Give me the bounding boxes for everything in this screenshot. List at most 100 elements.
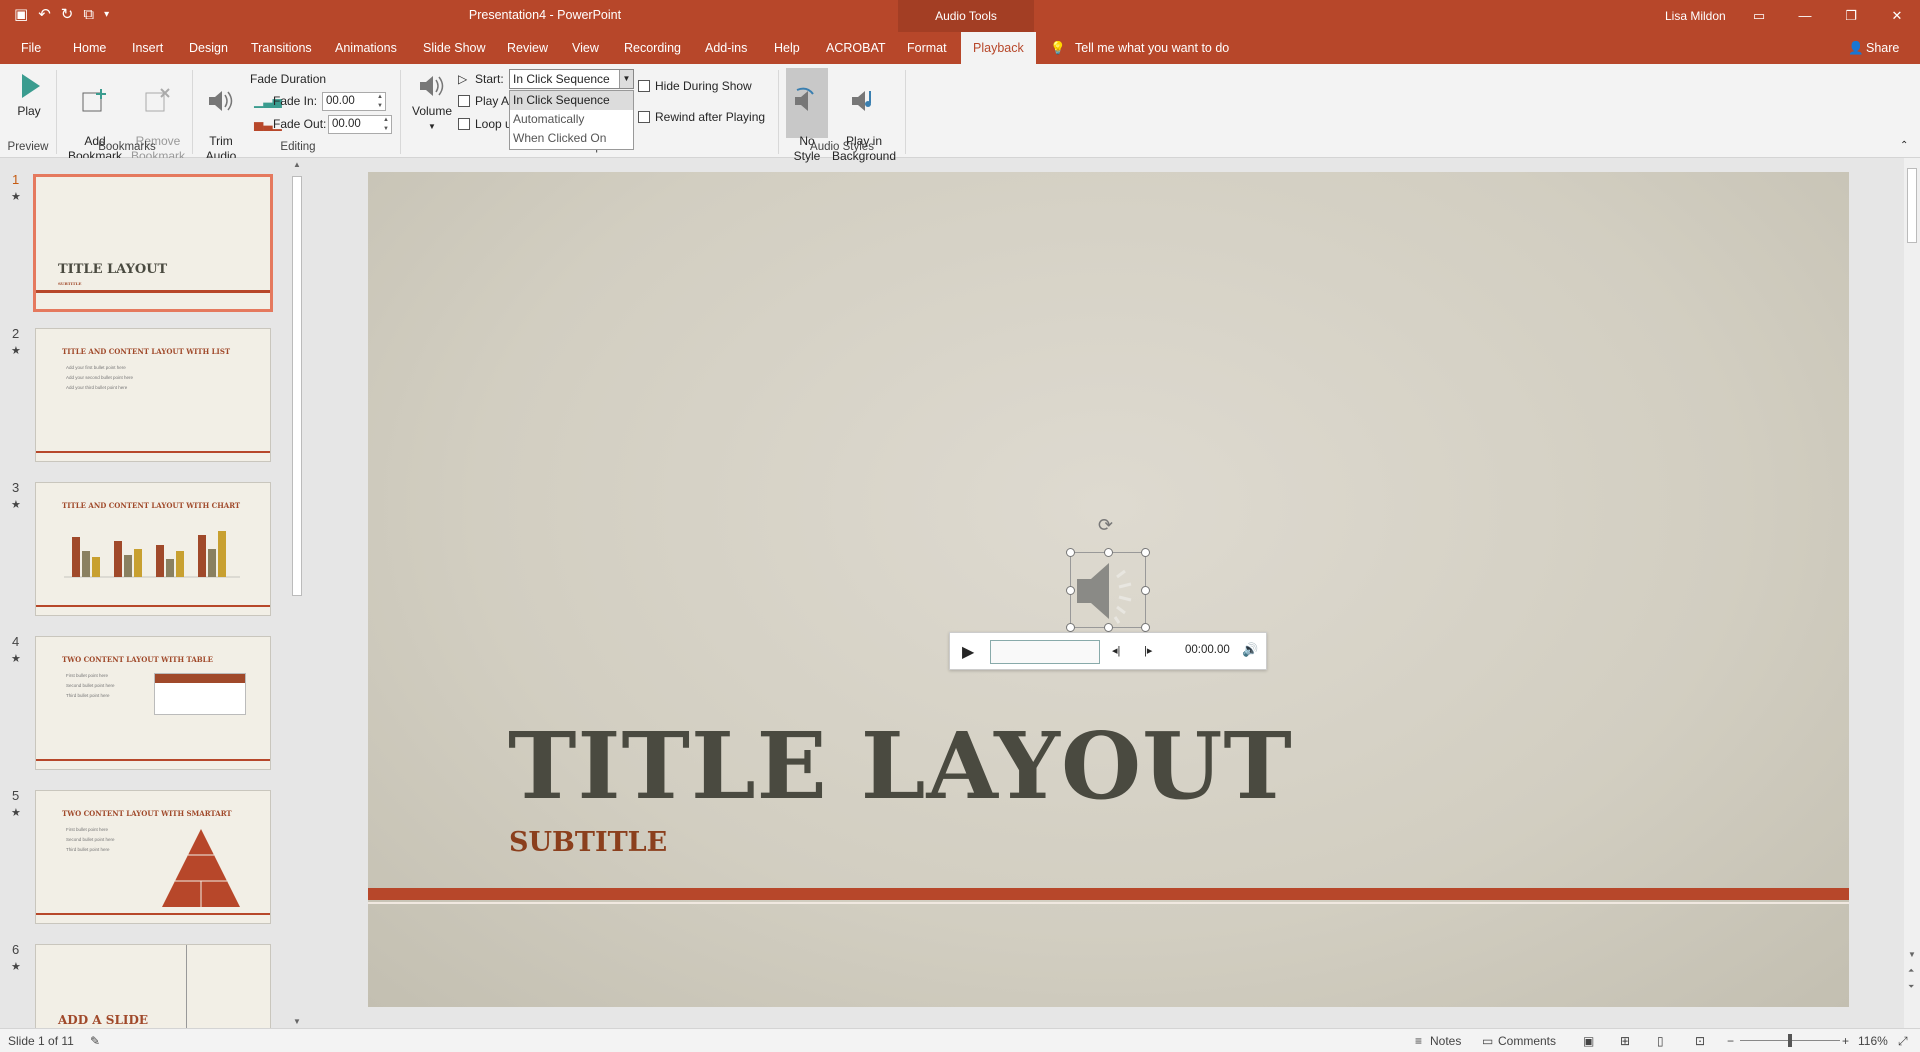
- slide-thumbnail-4[interactable]: TWO CONTENT LAYOUT WITH TABLE First bull…: [35, 636, 271, 770]
- zoom-slider-thumb[interactable]: [1788, 1034, 1792, 1047]
- slide-show-icon[interactable]: ⊡: [1695, 1034, 1705, 1048]
- resize-handle[interactable]: [1066, 623, 1075, 632]
- tab-help[interactable]: Help: [774, 32, 800, 64]
- audio-object[interactable]: ⟳: [1066, 515, 1150, 632]
- zoom-in-icon[interactable]: +: [1842, 1034, 1849, 1048]
- group-divider: [778, 70, 779, 154]
- scrollbar-thumb[interactable]: [1907, 168, 1917, 243]
- normal-view-icon[interactable]: ▣: [1583, 1034, 1594, 1048]
- slide-canvas[interactable]: ⟳ ▶ ◂| |▸ 00:00.00 🔊 TITLE LAYOUT SUBTIT…: [368, 172, 1849, 1007]
- zoom-level[interactable]: 116%: [1858, 1034, 1888, 1048]
- tab-format[interactable]: Format: [907, 32, 947, 64]
- restore-icon[interactable]: ❐: [1828, 0, 1874, 32]
- start-option-when-clicked-on[interactable]: When Clicked On: [510, 129, 633, 148]
- speaker-icon: [1077, 563, 1132, 624]
- group-divider: [905, 70, 906, 154]
- slide-thumbnail-6[interactable]: ADD A SLIDE: [35, 944, 271, 1028]
- play-icon: [22, 74, 40, 98]
- slide-number: 4: [12, 634, 20, 649]
- status-bar: Slide 1 of 11 ✎ ≡ Notes ▭ Comments ▣ ⊞ ▯…: [0, 1028, 1920, 1052]
- tab-animations[interactable]: Animations: [335, 32, 397, 64]
- tab-acrobat[interactable]: ACROBAT: [826, 32, 886, 64]
- resize-handle[interactable]: [1141, 623, 1150, 632]
- tab-design[interactable]: Design: [189, 32, 228, 64]
- trim-audio-icon: [209, 91, 233, 111]
- tab-home[interactable]: Home: [73, 32, 106, 64]
- start-select[interactable]: In Click Sequence ▼: [509, 69, 634, 89]
- slide-thumbnail-2[interactable]: TITLE AND CONTENT LAYOUT WITH LIST Add y…: [35, 328, 271, 462]
- spell-check-icon[interactable]: ✎: [90, 1034, 100, 1048]
- ribbon-display-options-icon[interactable]: ▭: [1736, 0, 1782, 32]
- scrollbar-thumb[interactable]: [292, 176, 302, 596]
- user-name[interactable]: Lisa Mildon: [1665, 9, 1726, 23]
- slide-scrollbar[interactable]: ▼ ⏶ ⏷: [1904, 158, 1920, 1028]
- thumb-title: TWO CONTENT LAYOUT WITH SMARTART: [62, 809, 232, 818]
- tab-recording[interactable]: Recording: [624, 32, 681, 64]
- loop-until-label: Loop u: [475, 117, 512, 131]
- player-play-icon[interactable]: ▶: [962, 642, 974, 662]
- scroll-up-icon[interactable]: ▲: [293, 160, 301, 169]
- resize-handle[interactable]: [1066, 586, 1075, 595]
- tab-add-ins[interactable]: Add-ins: [705, 32, 747, 64]
- tab-insert[interactable]: Insert: [132, 32, 163, 64]
- thumbnails-scrollbar[interactable]: ▲ ▼: [290, 158, 304, 1028]
- tab-file[interactable]: File: [21, 32, 41, 64]
- resize-handle[interactable]: [1104, 623, 1113, 632]
- comments-button[interactable]: Comments: [1498, 1034, 1556, 1048]
- hide-during-show-checkbox[interactable]: Hide During Show: [638, 79, 752, 93]
- fit-to-window-icon[interactable]: ⤢: [1898, 1034, 1908, 1049]
- next-slide-icon[interactable]: ⏷: [1908, 982, 1914, 992]
- slide-title[interactable]: TITLE LAYOUT: [508, 712, 1293, 820]
- reading-view-icon[interactable]: ▯: [1657, 1034, 1664, 1048]
- slide-thumbnail-5[interactable]: TWO CONTENT LAYOUT WITH SMARTART First b…: [35, 790, 271, 924]
- start-option-in-click-sequence[interactable]: In Click Sequence: [510, 91, 633, 110]
- notes-button[interactable]: Notes: [1430, 1034, 1461, 1048]
- thumb-bullet: Add your third bullet point here: [66, 385, 128, 390]
- play-across-slides-checkbox[interactable]: Play A: [458, 94, 509, 108]
- slide-thumbnail-1[interactable]: TITLE LAYOUT SUBTITLE: [33, 174, 273, 312]
- slide-number: 3: [12, 480, 20, 495]
- fade-out-input[interactable]: 00.00: [328, 115, 392, 134]
- player-volume-icon[interactable]: 🔊: [1242, 642, 1258, 658]
- chevron-down-icon[interactable]: ▼: [619, 70, 633, 88]
- resize-handle[interactable]: [1141, 548, 1150, 557]
- slide-accent-band: [368, 888, 1849, 900]
- fade-in-input[interactable]: 00.00: [322, 92, 386, 111]
- animation-star-icon: ★: [11, 191, 21, 203]
- volume-button[interactable]: Volume ▼: [410, 70, 454, 134]
- no-style-button[interactable]: No Style: [786, 68, 828, 163]
- start-option-automatically[interactable]: Automatically: [510, 110, 633, 129]
- rewind-after-playing-checkbox[interactable]: Rewind after Playing: [638, 110, 765, 124]
- zoom-out-icon[interactable]: −: [1727, 1034, 1734, 1048]
- minimize-icon[interactable]: —: [1782, 0, 1828, 32]
- tell-me-search[interactable]: Tell me what you want to do: [1075, 32, 1229, 64]
- fade-duration-label: Fade Duration: [250, 72, 327, 86]
- thumb-band: [36, 759, 270, 761]
- player-back-icon[interactable]: ◂|: [1112, 644, 1120, 657]
- tab-slide-show[interactable]: Slide Show: [423, 32, 486, 64]
- tab-playback[interactable]: Playback: [961, 32, 1036, 64]
- close-icon[interactable]: ✕: [1874, 0, 1920, 32]
- resize-handle[interactable]: [1104, 548, 1113, 557]
- player-progress-bar[interactable]: [990, 640, 1100, 664]
- scroll-down-icon[interactable]: ▼: [293, 1017, 301, 1026]
- slide-thumbnail-3[interactable]: TITLE AND CONTENT LAYOUT WITH CHART: [35, 482, 271, 616]
- scroll-down-icon[interactable]: ▼: [1908, 950, 1916, 959]
- player-forward-icon[interactable]: |▸: [1144, 644, 1152, 657]
- tab-view[interactable]: View: [572, 32, 599, 64]
- tab-transitions[interactable]: Transitions: [251, 32, 312, 64]
- share-button[interactable]: Share: [1866, 32, 1899, 64]
- play-button[interactable]: Play: [10, 70, 48, 119]
- tab-review[interactable]: Review: [507, 32, 548, 64]
- loop-until-stopped-checkbox[interactable]: Loop u: [458, 117, 512, 131]
- thumb-bullet: Third bullet point here: [66, 693, 110, 698]
- rewind-after-playing-label: Rewind after Playing: [655, 110, 766, 124]
- resize-handle[interactable]: [1141, 586, 1150, 595]
- slide-subtitle[interactable]: SUBTITLE: [509, 827, 667, 858]
- thumb-band: [36, 913, 270, 915]
- slide-sorter-icon[interactable]: ⊞: [1620, 1034, 1630, 1048]
- collapse-ribbon-icon[interactable]: ⌃: [1900, 140, 1908, 151]
- previous-slide-icon[interactable]: ⏶: [1908, 966, 1914, 976]
- resize-handle[interactable]: [1066, 548, 1075, 557]
- rotate-handle-icon[interactable]: ⟳: [1098, 515, 1113, 536]
